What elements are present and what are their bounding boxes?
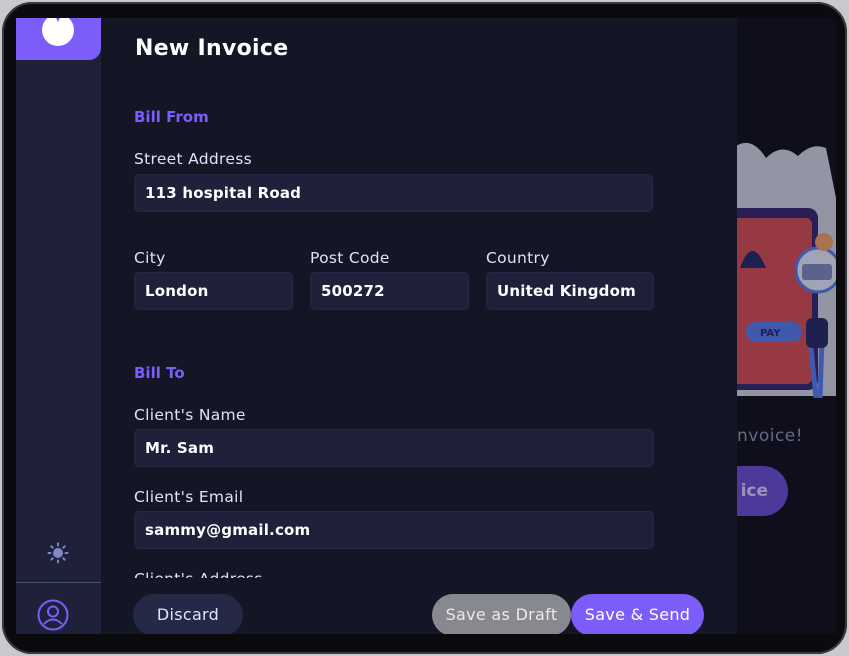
bill-from-heading: Bill From [134, 108, 209, 126]
country-label: Country [486, 249, 550, 267]
save-and-send-button[interactable]: Save & Send [571, 594, 704, 634]
client-address-label: Client's Address [134, 567, 263, 578]
sidebar [16, 18, 101, 634]
street-address-label: Street Address [134, 150, 252, 168]
device-frame: PAY nvoice! ice New Invoice Bill From St… [2, 2, 847, 654]
city-label: City [134, 249, 166, 267]
street-address-input[interactable]: 113 hospital Road [134, 174, 653, 212]
post-code-label: Post Code [310, 249, 390, 267]
page-title: New Invoice [135, 36, 289, 61]
logo-notch [53, 18, 63, 22]
client-name-label: Client's Name [134, 406, 246, 424]
country-input[interactable]: United Kingdom [486, 272, 654, 310]
client-email-input[interactable]: sammy@gmail.com [134, 511, 654, 549]
client-name-input[interactable]: Mr. Sam [134, 429, 654, 467]
post-code-input[interactable]: 500272 [310, 272, 469, 310]
logo-shape [42, 18, 74, 46]
city-input[interactable]: London [134, 272, 293, 310]
logo-icon[interactable] [16, 18, 101, 60]
sidebar-divider [16, 582, 101, 583]
user-avatar-icon[interactable] [37, 599, 69, 631]
bill-to-heading: Bill To [134, 364, 185, 382]
discard-button[interactable]: Discard [133, 594, 243, 634]
app-screen: PAY nvoice! ice New Invoice Bill From St… [16, 18, 836, 634]
new-invoice-drawer: New Invoice Bill From Street Address 113… [101, 18, 737, 634]
save-as-draft-button[interactable]: Save as Draft [432, 594, 571, 634]
client-email-label: Client's Email [134, 488, 244, 506]
sun-icon[interactable] [47, 542, 69, 564]
